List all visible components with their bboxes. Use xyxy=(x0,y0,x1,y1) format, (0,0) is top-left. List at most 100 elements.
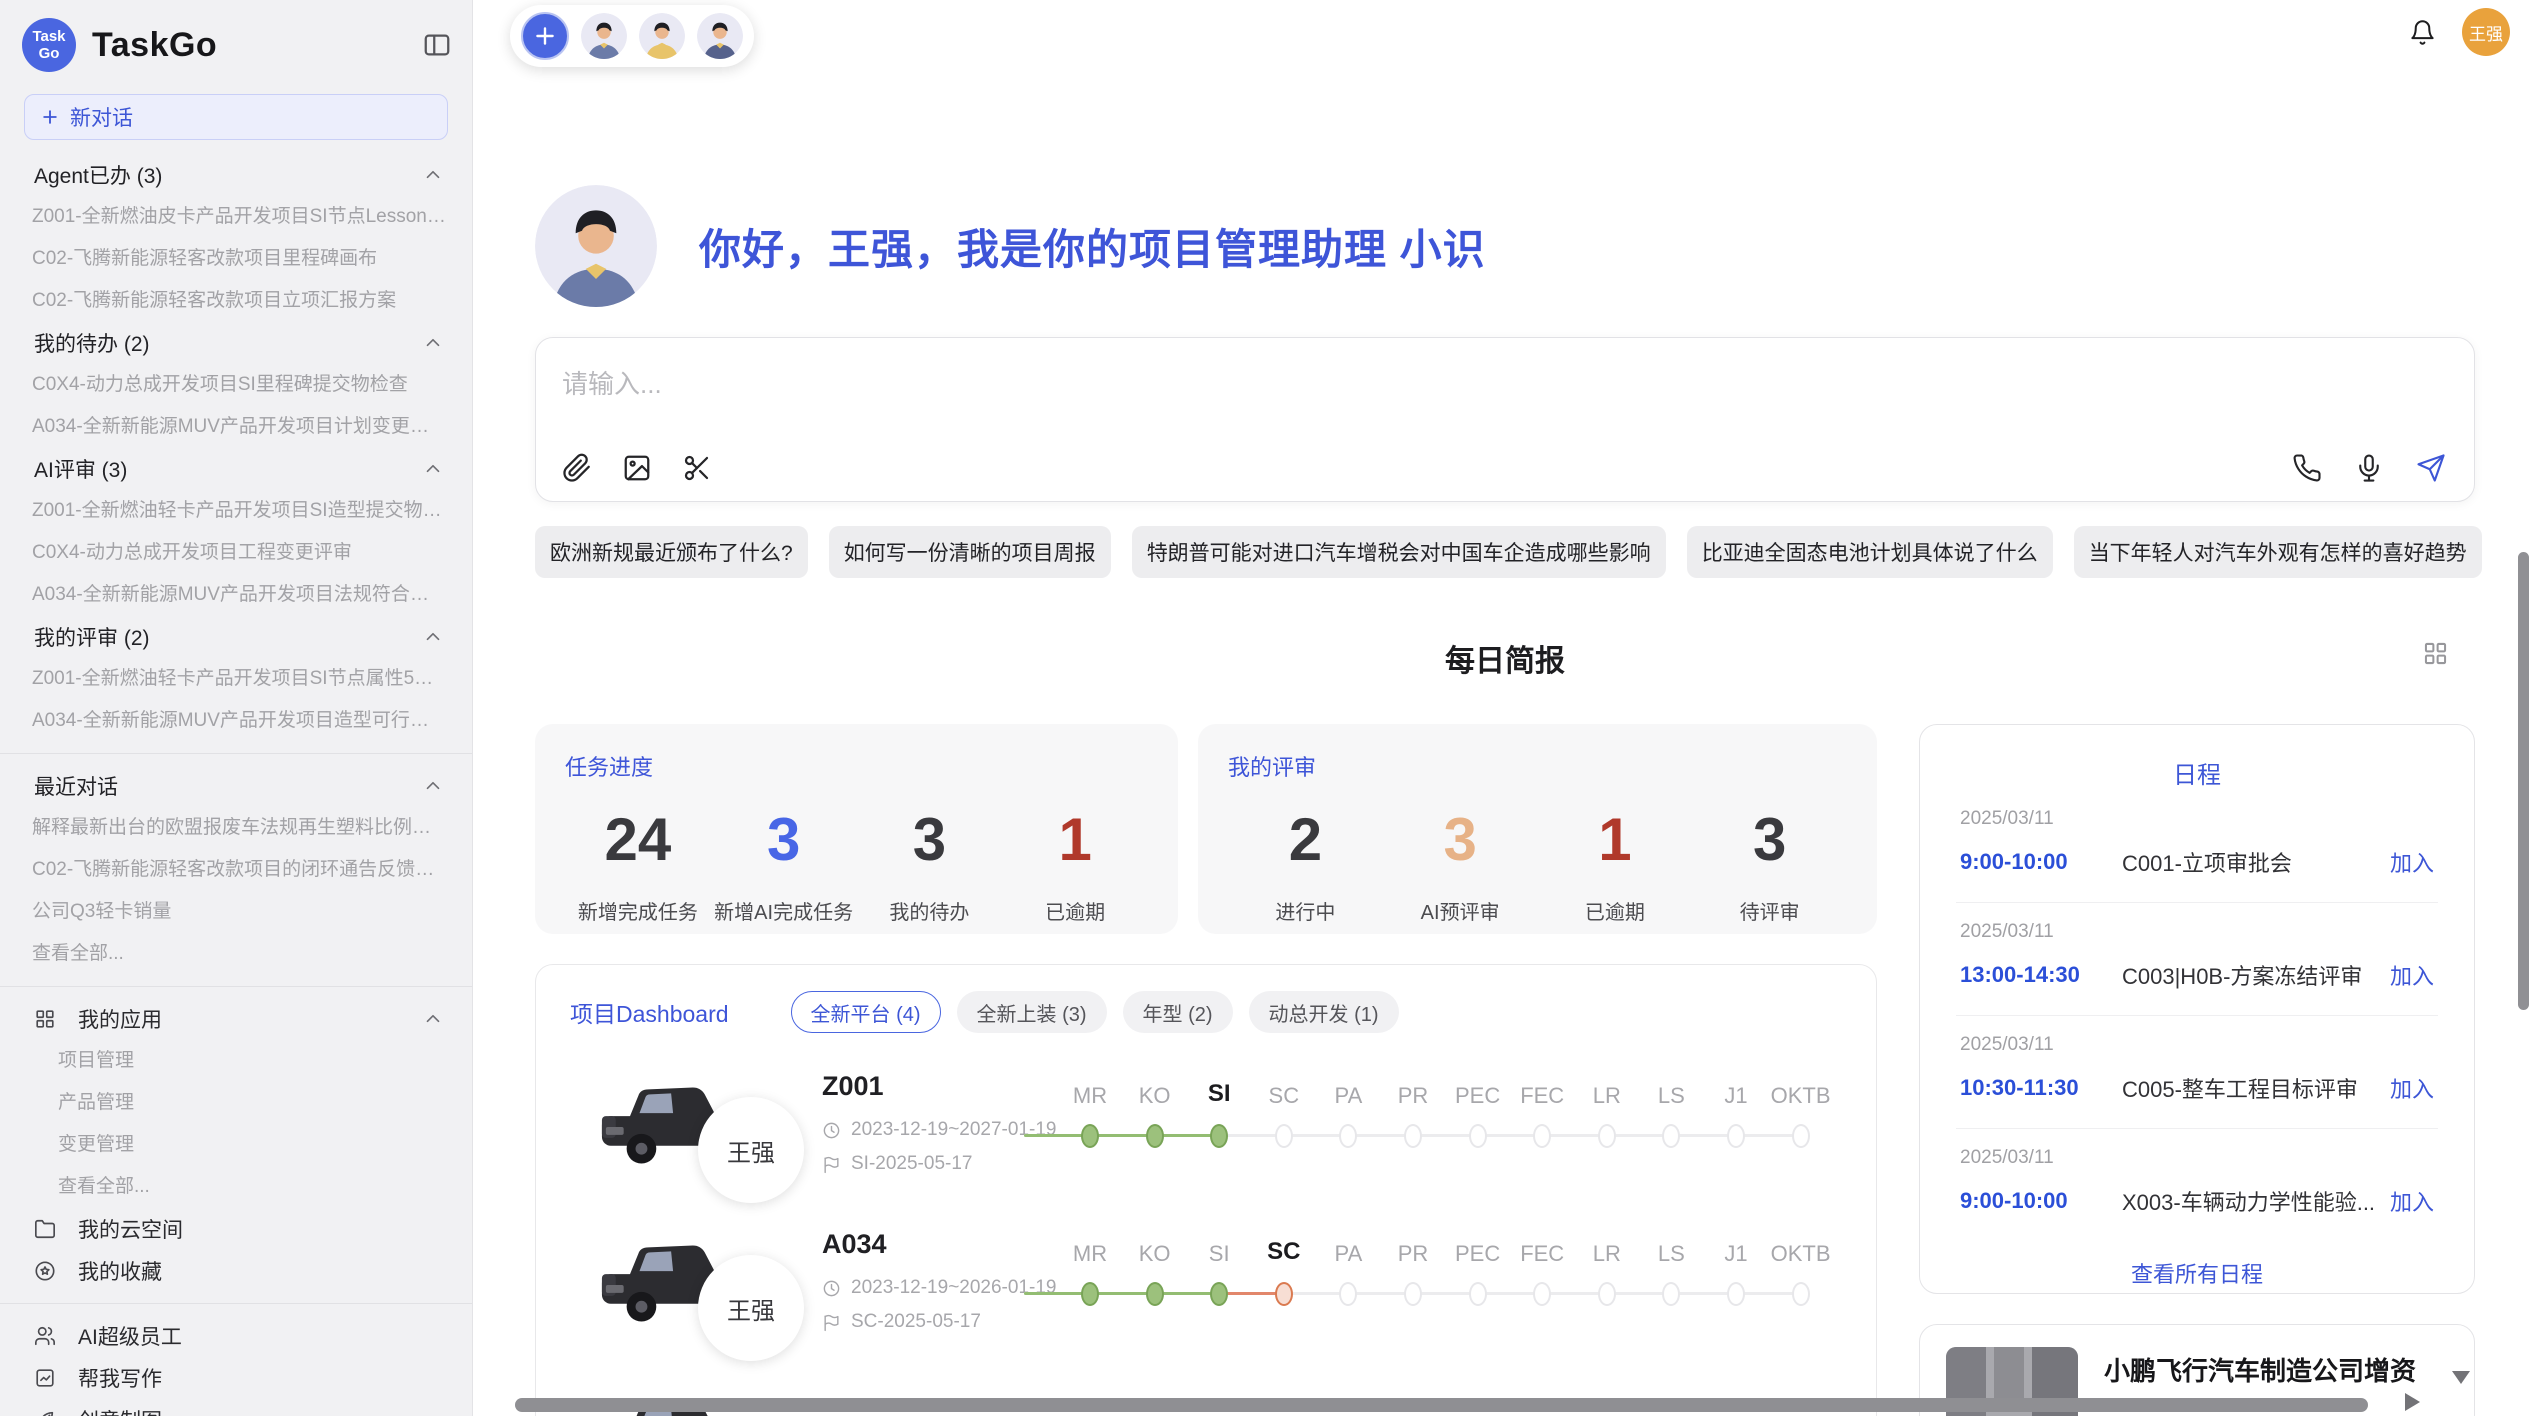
section-title: 最近对话 xyxy=(34,771,118,801)
join-meeting-link[interactable]: 加入 xyxy=(2390,846,2434,878)
suggestion-chip[interactable]: 欧洲新规最近颁布了什么? xyxy=(535,526,808,578)
chevron-up-icon[interactable] xyxy=(422,775,444,797)
view-all-schedule-link[interactable]: 查看所有日程 xyxy=(1956,1241,2438,1305)
dashboard-tab[interactable]: 全新平台 (4) xyxy=(791,991,941,1033)
vertical-scrollbar-thumb[interactable] xyxy=(2518,552,2529,1010)
app-title: TaskGo xyxy=(92,26,217,65)
section-title: Agent已办 (3) xyxy=(34,160,162,190)
sidebar-item[interactable]: C02-飞腾新能源轻客改款项目立项汇报方案 xyxy=(0,280,472,322)
chevron-up-icon[interactable] xyxy=(422,1008,444,1030)
sidebar-tool-item[interactable]: 创意制图 xyxy=(0,1399,472,1416)
stat-label: 待评审 xyxy=(1692,896,1847,925)
schedule-card: 日程 2025/03/119:00-10:00C001-立项审批会加入2025/… xyxy=(1919,724,2475,1294)
chevron-up-icon[interactable] xyxy=(422,626,444,648)
sidebar-section-header[interactable]: 最近对话 xyxy=(0,765,472,807)
join-meeting-link[interactable]: 加入 xyxy=(2390,1185,2434,1217)
sidebar-section-header[interactable]: Agent已办 (3) xyxy=(0,154,472,196)
horizontal-scrollbar-thumb[interactable] xyxy=(515,1398,2368,1412)
event-time: 13:00-14:30 xyxy=(1960,962,2122,988)
chevron-up-icon[interactable] xyxy=(422,332,444,354)
sidebar-section-header[interactable]: 我的待办 (2) xyxy=(0,322,472,364)
sidebar-item-label: 我的收藏 xyxy=(78,1256,162,1286)
view-all-conversations-link[interactable]: 查看全部... xyxy=(0,933,472,975)
join-meeting-link[interactable]: 加入 xyxy=(2390,959,2434,991)
sidebar-item[interactable]: C0X4-动力总成开发项目SI里程碑提交物检查 xyxy=(0,364,472,406)
stat-item: 2进行中 xyxy=(1228,806,1383,925)
dashboard-tab[interactable]: 年型 (2) xyxy=(1123,991,1233,1033)
chat-input[interactable] xyxy=(562,364,2448,422)
dashboard-tab[interactable]: 动总开发 (1) xyxy=(1249,991,1399,1033)
stat-value: 2 xyxy=(1228,806,1383,874)
scroll-down-arrow[interactable] xyxy=(2452,1371,2470,1384)
sidebar-item[interactable]: C0X4-动力总成开发项目工程变更评审 xyxy=(0,532,472,574)
sidebar-app-item[interactable]: 查看全部... xyxy=(0,1166,472,1208)
sidebar-item[interactable]: A034-全新新能源MUV产品开发项目计划变更表编写 xyxy=(0,406,472,448)
recent-conversation-item[interactable]: 公司Q3轻卡销量 xyxy=(0,891,472,933)
send-icon[interactable] xyxy=(2416,453,2446,483)
stat-item: 24新增完成任务 xyxy=(565,806,711,925)
suggestion-chip[interactable]: 比亚迪全固态电池计划具体说了什么 xyxy=(1687,526,2053,578)
suggestion-chip[interactable]: 如何写一份清晰的项目周报 xyxy=(829,526,1111,578)
chat-input-card xyxy=(535,337,2475,502)
milestone-label: PEC xyxy=(1455,1241,1500,1267)
dashboard-tab[interactable]: 全新上装 (3) xyxy=(957,991,1107,1033)
notification-bell-icon[interactable] xyxy=(2409,19,2436,46)
milestone-label: SC xyxy=(1269,1083,1300,1109)
milestone-dot xyxy=(1662,1124,1680,1148)
new-chat-button[interactable]: 新对话 xyxy=(24,94,448,140)
avatar-illustration xyxy=(581,13,627,59)
scroll-right-arrow[interactable] xyxy=(2405,1393,2420,1411)
sidebar-item[interactable]: Z001-全新燃油皮卡产品开发项目SI节点Lesson Learn报告 xyxy=(0,196,472,238)
milestone-dot xyxy=(1339,1282,1357,1306)
recent-conversation-item[interactable]: C02-飞腾新能源轻客改款项目的闭环通告反馈情况 xyxy=(0,849,472,891)
sidebar-item[interactable]: C02-飞腾新能源轻客改款项目里程碑画布 xyxy=(0,238,472,280)
voice-call-icon[interactable] xyxy=(2292,453,2322,483)
sidebar-app-item[interactable]: 产品管理 xyxy=(0,1082,472,1124)
screenshot-scissors-icon[interactable] xyxy=(682,453,712,483)
milestone-dot xyxy=(1792,1282,1810,1306)
project-row: 王强A0342023-12-19~2026-01-19SC-2025-05-17… xyxy=(570,1227,1860,1384)
user-avatar[interactable]: 王强 xyxy=(2462,8,2510,56)
sidebar-item-link[interactable]: 我的收藏 xyxy=(0,1250,472,1292)
stat-item: 3待评审 xyxy=(1692,806,1847,925)
image-upload-icon[interactable] xyxy=(622,453,652,483)
collapse-sidebar-icon[interactable] xyxy=(422,30,452,60)
sidebar-app-item[interactable]: 变更管理 xyxy=(0,1124,472,1166)
attachment-icon[interactable] xyxy=(562,453,592,483)
milestone-label: PA xyxy=(1335,1083,1363,1109)
microphone-icon[interactable] xyxy=(2354,453,2384,483)
project-dates: 2023-12-19~2027-01-19 xyxy=(851,1119,1056,1141)
project-code[interactable]: Z001 xyxy=(822,1071,1056,1102)
sidebar-item-my-apps[interactable]: 我的应用 xyxy=(0,998,472,1040)
assistant-avatar[interactable] xyxy=(581,13,627,59)
sidebar-section-header[interactable]: 我的评审 (2) xyxy=(0,616,472,658)
sidebar-item[interactable]: Z001-全新燃油轻卡产品开发项目SI节点属性5D文件评审 xyxy=(0,658,472,700)
project-code[interactable]: A034 xyxy=(822,1229,1056,1260)
milestone-timeline: MRKOSISCPAPRPECFECLRLSJ1OKTB xyxy=(1058,1227,1858,1357)
recent-conversation-item[interactable]: 解释最新出台的欧盟报废车法规再生塑料比例被调至15%... xyxy=(0,807,472,849)
sidebar-item-link[interactable]: 我的云空间 xyxy=(0,1208,472,1250)
join-meeting-link[interactable]: 加入 xyxy=(2390,1072,2434,1104)
avatar-illustration xyxy=(697,13,743,59)
sidebar-section-header[interactable]: AI评审 (3) xyxy=(0,448,472,490)
assistant-avatar[interactable] xyxy=(639,13,685,59)
flag-icon xyxy=(822,1313,841,1332)
sidebar-tool-item[interactable]: AI超级员工 xyxy=(0,1315,472,1357)
daily-briefing-header: 每日简报 xyxy=(535,636,2475,672)
assistant-avatar[interactable] xyxy=(697,13,743,59)
sidebar-item[interactable]: A034-全新新能源MUV产品开发项目造型可行性评审 xyxy=(0,700,472,742)
suggestion-chip[interactable]: 当下年轻人对汽车外观有怎样的喜好趋势 xyxy=(2074,526,2482,578)
sidebar-app-item[interactable]: 项目管理 xyxy=(0,1040,472,1082)
add-assistant-button[interactable] xyxy=(521,12,569,60)
sidebar-tool-item[interactable]: 帮我写作 xyxy=(0,1357,472,1399)
sidebar-item[interactable]: A034-全新新能源MUV产品开发项目法规符合性评审 xyxy=(0,574,472,616)
chevron-up-icon[interactable] xyxy=(422,164,444,186)
chevron-up-icon[interactable] xyxy=(422,458,444,480)
milestone-label: LR xyxy=(1593,1083,1621,1109)
suggestion-chip[interactable]: 特朗普可能对进口汽车增税会对中国车企造成哪些影响 xyxy=(1132,526,1666,578)
sidebar-item[interactable]: Z001-全新燃油轻卡产品开发项目SI造型提交物评审 xyxy=(0,490,472,532)
layout-grid-icon[interactable] xyxy=(2422,640,2449,667)
sidebar-divider xyxy=(0,753,472,754)
stat-item: 1已逾期 xyxy=(1002,806,1148,925)
stat-value: 24 xyxy=(565,806,711,874)
